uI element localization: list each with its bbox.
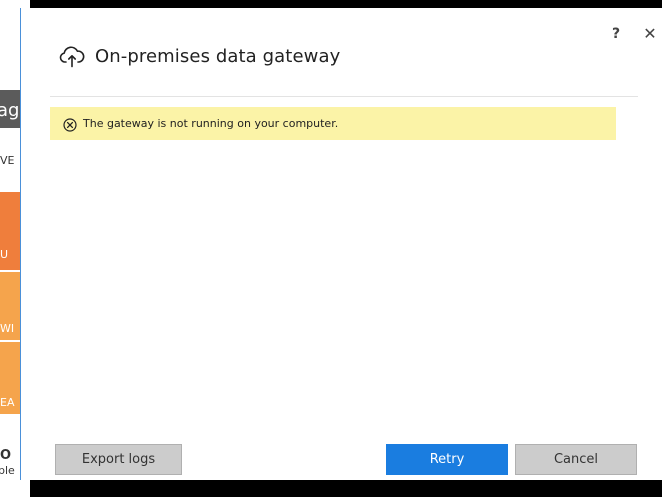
bg-label-text: VE — [0, 154, 15, 167]
title-divider — [50, 96, 638, 97]
bg-footer-text-1: O — [0, 448, 12, 463]
bg-tile-1-text: U — [0, 248, 9, 261]
bg-footer-text-2: ple — [0, 464, 15, 477]
gateway-dialog: On-premises data gateway ? ✕ — [20, 8, 662, 480]
bg-header-fragment: ag — [0, 100, 20, 121]
cancel-button[interactable]: Cancel — [515, 444, 637, 475]
dialog-title: On-premises data gateway — [95, 45, 341, 67]
bg-tile-2-text: WI — [0, 322, 15, 335]
dialog-title-row: On-premises data gateway — [59, 38, 340, 74]
retry-button[interactable]: Retry — [386, 444, 508, 475]
close-button[interactable]: ✕ — [642, 24, 658, 44]
error-banner: The gateway is not running on your compu… — [50, 107, 616, 140]
error-circle-icon — [63, 117, 77, 132]
bg-tile-3-text: EA — [0, 396, 15, 409]
help-button[interactable]: ? — [608, 26, 624, 46]
export-logs-button[interactable]: Export logs — [55, 444, 182, 475]
cloud-upload-icon — [59, 44, 85, 68]
error-message: The gateway is not running on your compu… — [83, 117, 339, 130]
